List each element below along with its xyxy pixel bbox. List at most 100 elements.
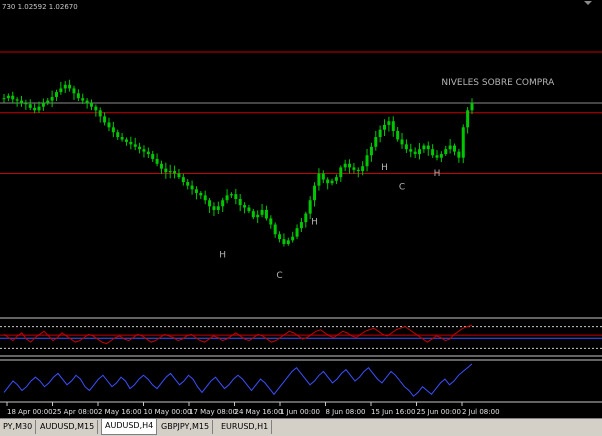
candle-body <box>181 177 185 183</box>
tab-chart-5[interactable]: EURUSD,H1 <box>218 420 273 434</box>
candle-body <box>41 103 45 107</box>
candle-body <box>68 84 72 89</box>
candle-body <box>396 130 400 140</box>
candle-body <box>81 98 85 101</box>
candle-body <box>435 155 439 158</box>
candle-body <box>448 145 452 150</box>
candle-body <box>168 171 172 173</box>
candle-body <box>352 167 356 170</box>
candle-body <box>391 121 395 131</box>
candle-body <box>339 167 343 178</box>
pattern-marker-label: H <box>311 218 318 228</box>
candle-body <box>400 139 404 145</box>
candle-body <box>15 99 19 101</box>
candle-body <box>208 200 212 207</box>
candle-body <box>413 151 417 155</box>
candle-body <box>186 182 190 186</box>
candle-body <box>199 192 203 196</box>
candle-body <box>54 92 58 97</box>
candle-body <box>299 222 303 229</box>
x-axis-tick-label: 25 Apr 08:00 <box>53 408 99 416</box>
candle-body <box>313 185 317 201</box>
candle-body <box>409 149 413 152</box>
candle-body <box>431 149 435 156</box>
candle-body <box>103 116 107 123</box>
x-axis-tick-label: 18 Apr 00:00 <box>7 408 53 416</box>
oscillator-2-line <box>3 363 473 397</box>
candle-body <box>177 173 181 178</box>
chart-terminal: NIVELES SOBRE COMPRA H C H H C H 730 1.02592 1.… <box>0 0 602 435</box>
candle-body <box>453 145 457 152</box>
candle-body <box>422 145 426 150</box>
x-axis-tick-label: 8 Jun 08:00 <box>326 408 366 416</box>
candle-body <box>251 211 255 218</box>
candle-body <box>63 84 67 89</box>
candle-body <box>326 179 330 184</box>
candle-body <box>203 195 207 201</box>
candle-body <box>146 151 150 155</box>
candle-body <box>378 129 382 138</box>
candle-body <box>216 206 220 210</box>
candle-body <box>76 93 80 99</box>
candle-body <box>404 144 408 150</box>
candle-body <box>120 137 124 140</box>
candle-body <box>155 158 159 164</box>
candle-body <box>334 177 338 181</box>
candle-body <box>194 189 198 193</box>
x-axis-tick-label: 2 Jul 08:00 <box>462 408 500 416</box>
candle-body <box>247 207 251 212</box>
candle-body <box>470 103 474 111</box>
tab-chart-3[interactable]: AUDUSD,H4 <box>101 419 158 435</box>
candle-body <box>418 149 422 155</box>
chart-shift-marker-icon <box>584 1 592 5</box>
x-axis-tick-label: 17 May 08:00 <box>189 408 237 416</box>
candle-body <box>151 154 155 159</box>
candle-body <box>138 146 142 150</box>
candle-body <box>308 200 312 214</box>
candle-body <box>2 98 6 100</box>
candle-body <box>286 240 290 244</box>
candle-body <box>457 151 461 158</box>
candle-body <box>94 106 98 111</box>
candle-body <box>164 168 168 173</box>
candle-body <box>107 122 111 128</box>
price-chart[interactable]: NIVELES SOBRE COMPRA H C H H C H 730 1.02592 1.… <box>0 0 602 418</box>
candle-body <box>116 132 120 138</box>
candle-body <box>190 185 194 190</box>
candle-body <box>11 95 15 100</box>
candle-body <box>439 154 443 158</box>
candle-body <box>124 139 128 142</box>
candle-body <box>111 127 115 133</box>
tab-chart-1[interactable]: PY,M30 <box>0 420 37 434</box>
candle-body <box>33 107 37 111</box>
candle-body <box>238 199 242 206</box>
candle-body <box>256 214 260 218</box>
candle-body <box>273 224 277 235</box>
candle-body <box>291 236 295 241</box>
candle-body <box>269 218 273 225</box>
candle-body <box>356 169 360 172</box>
candle-body <box>260 209 264 215</box>
candle-body <box>19 100 23 104</box>
candle-body <box>426 145 430 150</box>
candle-body <box>129 141 133 145</box>
x-axis-tick-label: 10 May 00:00 <box>144 408 192 416</box>
tab-chart-4[interactable]: GBPJPY,M15 <box>158 420 214 434</box>
candle-body <box>461 127 465 158</box>
candle-body <box>365 155 369 167</box>
candle-body <box>85 100 89 104</box>
candle-body <box>142 149 146 152</box>
candle-body <box>317 173 321 186</box>
candle-body <box>321 173 325 180</box>
candle-body <box>374 137 378 147</box>
candle-body <box>46 100 50 104</box>
candle-body <box>348 163 352 168</box>
candle-body <box>59 88 63 93</box>
candle-body <box>229 194 233 196</box>
candle-body <box>159 163 163 169</box>
candle-body <box>72 88 76 94</box>
chart-tab-bar: PY,M30 AUDUSD,M15 AUDUSD,H4 GBPJPY,M15 E… <box>0 418 602 436</box>
candle-body <box>361 166 365 172</box>
tab-chart-2[interactable]: AUDUSD,M15 <box>37 420 99 434</box>
candle-body <box>89 103 93 107</box>
